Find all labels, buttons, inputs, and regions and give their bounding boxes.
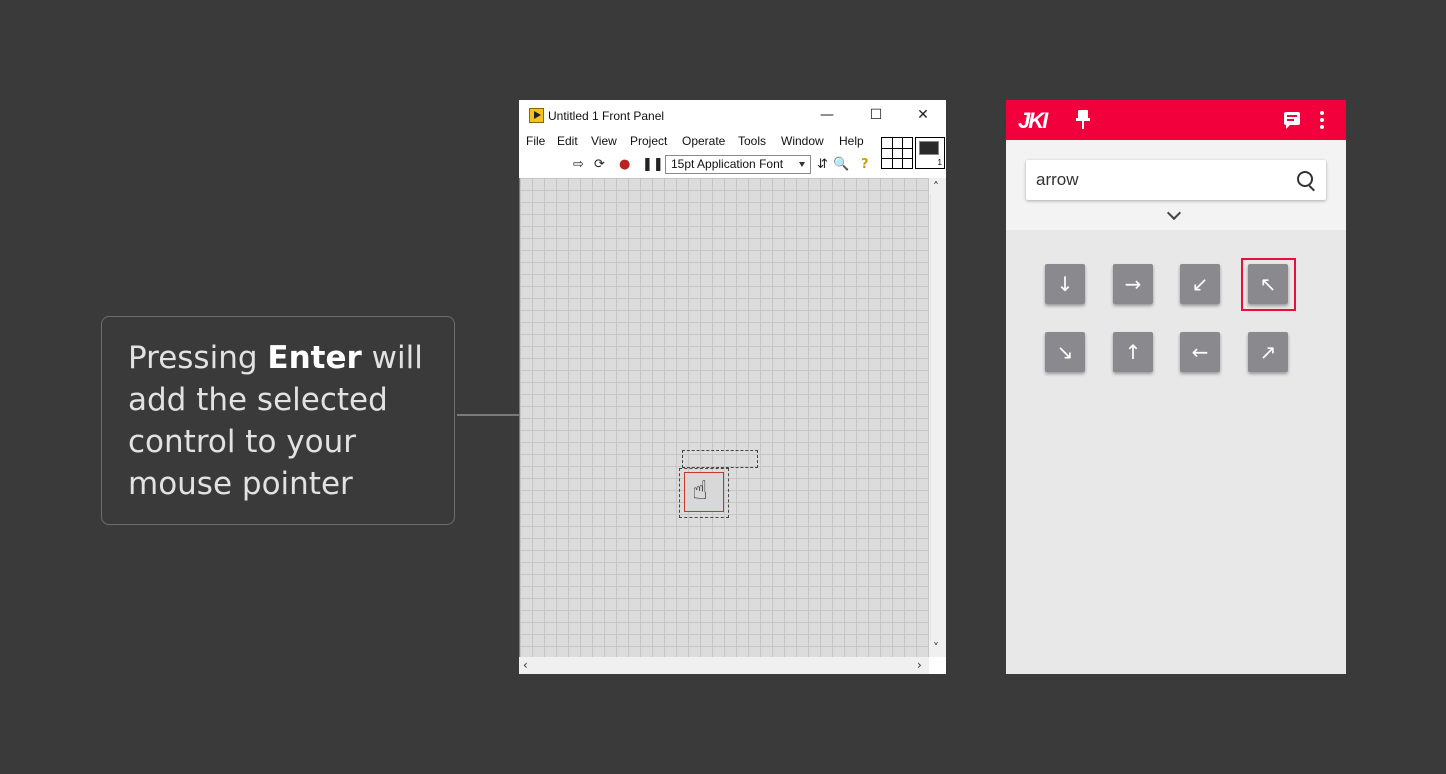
jki-quickdrop-panel: JKI ↓ → ↙ ↖ ↘ ↑ ← ↗ <box>1006 100 1346 674</box>
labview-front-panel-window: Untitled 1 Front Panel — ☐ ✕ File Edit V… <box>519 100 946 674</box>
result-arrow-right[interactable]: → <box>1113 264 1153 304</box>
menu-project[interactable]: Project <box>630 134 667 148</box>
menu-view[interactable]: View <box>591 134 617 148</box>
menu-operate[interactable]: Operate <box>682 134 725 148</box>
menu-help[interactable]: Help <box>839 134 864 148</box>
search-box[interactable] <box>1026 160 1326 200</box>
selected-result-highlight <box>1241 258 1296 311</box>
menu-window[interactable]: Window <box>781 134 824 148</box>
vi-icon-screen <box>919 141 939 155</box>
font-select[interactable]: 15pt Application Font <box>665 155 811 174</box>
minimize-icon[interactable]: — <box>812 104 842 126</box>
scroll-down-icon[interactable]: ˅ <box>933 641 939 655</box>
pause-icon[interactable]: ❚❚ <box>642 157 664 172</box>
window-titlebar[interactable]: Untitled 1 Front Panel — ☐ ✕ <box>519 100 946 131</box>
window-title: Untitled 1 Front Panel <box>548 109 665 123</box>
callout-text-bold: Enter <box>267 340 362 376</box>
menu-bar: File Edit View Project Operate Tools Win… <box>519 131 879 151</box>
jki-header: JKI <box>1006 100 1346 140</box>
instruction-callout: Pressing Enter will add the selected con… <box>101 316 455 525</box>
jki-logo: JKI <box>1018 108 1048 133</box>
chat-icon[interactable] <box>1284 112 1300 129</box>
vi-icon-number: 1 <box>937 158 942 167</box>
labview-logo-icon <box>529 108 544 123</box>
result-arrow-down-left[interactable]: ↙ <box>1180 264 1220 304</box>
result-arrow-up[interactable]: ↑ <box>1113 332 1153 372</box>
search-icon[interactable] <box>1297 171 1313 187</box>
horizontal-scrollbar[interactable]: ‹ › <box>519 657 929 674</box>
abort-icon[interactable]: ● <box>619 157 630 172</box>
ghost-control-label <box>682 450 758 468</box>
chevron-down-icon <box>799 162 805 167</box>
align-icon[interactable]: ⇵ <box>817 157 828 172</box>
menu-edit[interactable]: Edit <box>557 134 578 148</box>
chevron-down-icon[interactable] <box>1166 205 1182 221</box>
result-arrow-up-right[interactable]: ↗ <box>1248 332 1288 372</box>
search-area <box>1006 140 1346 230</box>
vertical-scrollbar[interactable]: ˄ ˅ <box>929 178 946 657</box>
search-input[interactable] <box>1036 169 1276 191</box>
scroll-left-icon[interactable]: ‹ <box>523 658 528 672</box>
result-arrow-down[interactable]: ↓ <box>1045 264 1085 304</box>
font-select-value: 15pt Application Font <box>671 157 784 171</box>
more-vert-icon[interactable] <box>1320 111 1324 129</box>
toolbar: ⇨ ⟳ ● ❚❚ 15pt Application Font ⇵ 🔍 ? <box>519 152 879 177</box>
hand-cursor-icon: ☝ <box>692 476 708 506</box>
zoom-icon[interactable]: 🔍 <box>833 157 849 172</box>
vi-icon[interactable]: 1 <box>915 137 945 169</box>
menu-file[interactable]: File <box>526 134 545 148</box>
maximize-icon[interactable]: ☐ <box>861 104 891 126</box>
run-continuously-icon[interactable]: ⟳ <box>594 157 605 172</box>
run-arrow-icon[interactable]: ⇨ <box>573 157 584 172</box>
result-arrow-left[interactable]: ← <box>1180 332 1220 372</box>
scroll-right-icon[interactable]: › <box>917 658 922 672</box>
vertical-scroll-track[interactable] <box>930 194 946 641</box>
close-icon[interactable]: ✕ <box>908 104 938 126</box>
result-arrow-down-right[interactable]: ↘ <box>1045 332 1085 372</box>
menu-tools[interactable]: Tools <box>738 134 766 148</box>
callout-text-before: Pressing <box>128 340 268 376</box>
help-icon[interactable]: ? <box>861 157 869 172</box>
front-panel-canvas[interactable]: ☝ <box>519 178 929 657</box>
pin-icon[interactable] <box>1076 110 1090 130</box>
connector-pane-icon[interactable] <box>881 137 913 169</box>
scroll-up-icon[interactable]: ˄ <box>933 180 939 194</box>
